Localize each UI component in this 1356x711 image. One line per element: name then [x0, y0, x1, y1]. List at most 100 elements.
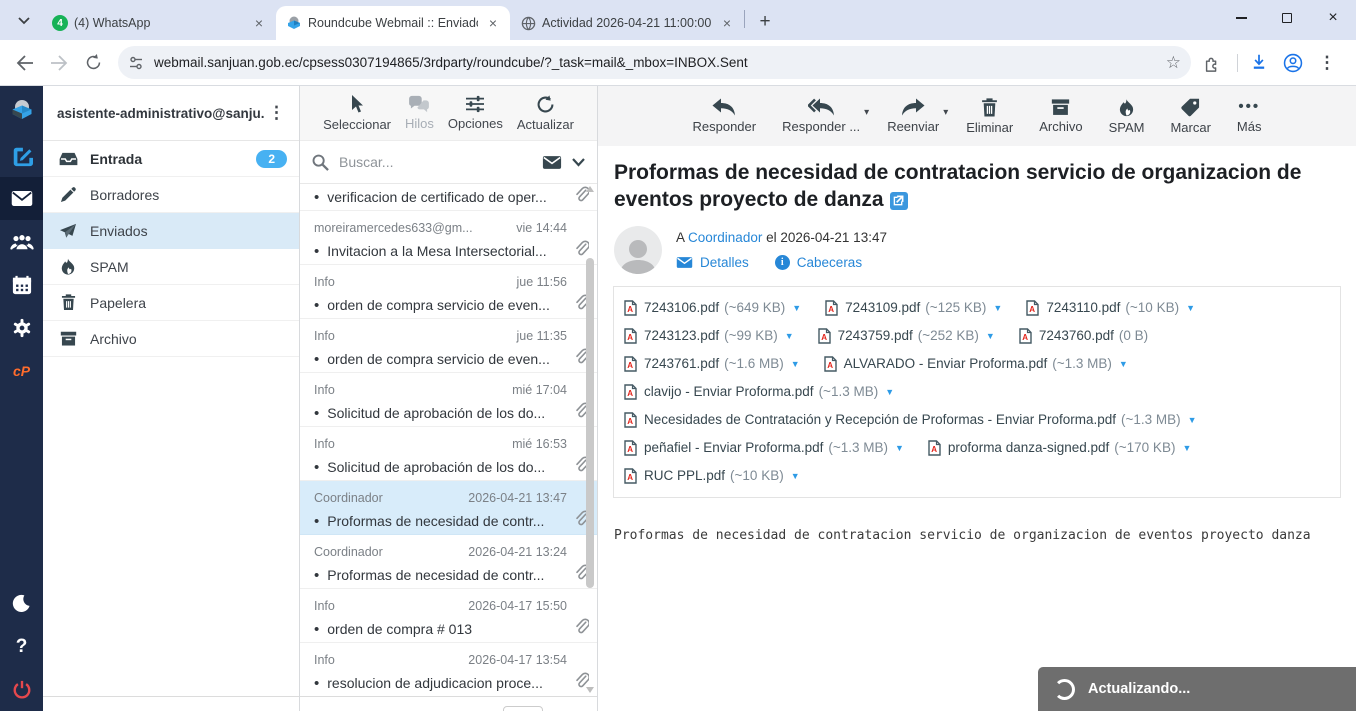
- attachment-menu-caret[interactable]: ▼: [993, 303, 1002, 313]
- message-row[interactable]: Coordinador 2026-04-21 13:24 • Proformas d…: [300, 535, 597, 589]
- message-row[interactable]: Info jue 11:56 • orden de compra servicio …: [300, 265, 597, 319]
- contacts-nav-button[interactable]: [0, 220, 43, 263]
- folder-enviados[interactable]: Enviados: [43, 213, 299, 249]
- close-window-button[interactable]: ×: [1310, 0, 1356, 36]
- threads-button[interactable]: Hilos: [405, 95, 434, 131]
- bookmark-star-icon[interactable]: ☆: [1166, 53, 1181, 73]
- cpanel-logo[interactable]: cP: [0, 349, 43, 392]
- attachment-item[interactable]: A RUC PPL.pdf (~10 KB) ▼: [624, 462, 800, 490]
- reply-all-button[interactable]: Responder ...: [772, 98, 870, 134]
- attachment-menu-caret[interactable]: ▼: [1186, 303, 1195, 313]
- attachment-menu-caret[interactable]: ▼: [885, 387, 894, 397]
- scroll-up-arrow[interactable]: [586, 186, 594, 192]
- attachment-item[interactable]: A 7243110.pdf (~10 KB) ▼: [1026, 294, 1195, 322]
- attachment-item[interactable]: A Necesidades de Contratación y Recepción…: [624, 406, 1197, 434]
- dark-mode-button[interactable]: [0, 582, 43, 625]
- reload-button[interactable]: [78, 48, 108, 78]
- tab-search-button[interactable]: [10, 7, 38, 35]
- attachment-menu-caret[interactable]: ▼: [792, 303, 801, 313]
- attachment-menu-caret[interactable]: ▼: [895, 443, 904, 453]
- profile-button[interactable]: [1278, 48, 1308, 78]
- close-icon[interactable]: ×: [718, 14, 736, 32]
- logout-button[interactable]: [0, 668, 43, 711]
- compose-button[interactable]: [0, 134, 43, 177]
- recipient-link[interactable]: Coordinador: [688, 230, 762, 245]
- attachment-item[interactable]: A 7243761.pdf (~1.6 MB) ▼: [624, 350, 800, 378]
- scrollbar-thumb[interactable]: [586, 258, 594, 588]
- attachment-item[interactable]: A 7243760.pdf (0 B): [1019, 322, 1148, 350]
- subject: Solicitud de aprobación de los do...: [327, 405, 546, 421]
- back-button[interactable]: [10, 48, 40, 78]
- message-row[interactable]: • verificacion de certificado de oper...: [300, 184, 597, 211]
- minimize-button[interactable]: [1218, 0, 1264, 36]
- account-menu-button[interactable]: ⋮: [264, 103, 289, 123]
- message-row[interactable]: Info 2026-04-17 15:50 • orden de compra # …: [300, 589, 597, 643]
- page-input[interactable]: [502, 705, 543, 711]
- mail-nav-button[interactable]: [0, 177, 43, 220]
- roundcube-logo[interactable]: [0, 86, 43, 134]
- forward-button[interactable]: [44, 48, 74, 78]
- list-scrollbar[interactable]: [584, 186, 596, 693]
- message-row[interactable]: Info mié 17:04 • Solicitud de aprobación d…: [300, 373, 597, 427]
- attachment-menu-caret[interactable]: ▼: [1119, 359, 1128, 369]
- help-button[interactable]: ?: [0, 625, 43, 668]
- refresh-button[interactable]: Actualizar: [517, 94, 574, 132]
- message-row[interactable]: moreiramercedes633@gm... vie 14:44 • Invit…: [300, 211, 597, 265]
- folder-archivo[interactable]: Archivo: [43, 321, 299, 357]
- new-tab-button[interactable]: +: [751, 8, 779, 36]
- url-input[interactable]: [154, 55, 1166, 70]
- attachment-menu-caret[interactable]: ▼: [791, 359, 800, 369]
- attachment-item[interactable]: A 7243123.pdf (~99 KB) ▼: [624, 322, 794, 350]
- folder-papelera[interactable]: Papelera: [43, 285, 299, 321]
- delete-button[interactable]: Eliminar: [956, 97, 1023, 135]
- settings-nav-button[interactable]: [0, 306, 43, 349]
- reply-all-menu-caret[interactable]: ▾: [864, 107, 869, 118]
- tab-roundcube[interactable]: Roundcube Webmail :: Enviados ×: [276, 6, 510, 40]
- downloads-button[interactable]: [1244, 48, 1274, 78]
- folder-spam[interactable]: SPAM: [43, 249, 299, 285]
- message-row[interactable]: Info mié 16:53 • Solicitud de aprobación d…: [300, 427, 597, 481]
- attachment-item[interactable]: Aclavijo - Enviar Proforma.pdf (~1.3 MB) ▼: [624, 378, 894, 406]
- archive-button[interactable]: Archivo: [1029, 98, 1092, 134]
- spam-button[interactable]: SPAM: [1099, 98, 1155, 135]
- message-row[interactable]: Info 2026-04-17 13:54 • resolucion de adju…: [300, 643, 597, 697]
- select-button[interactable]: Seleccionar: [323, 94, 391, 132]
- close-icon[interactable]: ×: [250, 14, 268, 32]
- restore-button[interactable]: [1264, 0, 1310, 36]
- more-button[interactable]: ••• Más: [1227, 98, 1272, 134]
- tab-whatsapp[interactable]: 4 (4) WhatsApp ×: [42, 6, 276, 40]
- attachment-item[interactable]: A 7243759.pdf (~252 KB) ▼: [817, 322, 995, 350]
- search-options-chevron-icon[interactable]: [572, 157, 585, 167]
- close-icon[interactable]: ×: [484, 14, 502, 32]
- forward-menu-caret[interactable]: ▾: [943, 107, 948, 118]
- forward-button[interactable]: Reenviar: [877, 98, 949, 134]
- browser-menu-button[interactable]: ⋮: [1312, 48, 1342, 78]
- folder-borradores[interactable]: Borradores: [43, 177, 299, 213]
- attachment-menu-caret[interactable]: ▼: [791, 471, 800, 481]
- options-button[interactable]: Opciones: [448, 95, 503, 131]
- attachment-item[interactable]: A 7243106.pdf (~649 KB) ▼: [624, 294, 801, 322]
- search-scope-mail-icon[interactable]: [542, 155, 562, 170]
- scroll-down-arrow[interactable]: [586, 687, 594, 693]
- message-row-selected[interactable]: Coordinador 2026-04-21 13:47 • Proformas d…: [300, 481, 597, 535]
- extensions-button[interactable]: [1197, 48, 1227, 78]
- headers-toggle[interactable]: i Cabeceras: [774, 254, 862, 270]
- reply-button[interactable]: Responder: [683, 98, 767, 134]
- attachment-menu-caret[interactable]: ▼: [986, 331, 995, 341]
- details-toggle[interactable]: Detalles: [676, 255, 749, 270]
- attachment-menu-caret[interactable]: ▼: [785, 331, 794, 341]
- calendar-nav-button[interactable]: [0, 263, 43, 306]
- omnibox[interactable]: ☆: [118, 46, 1191, 79]
- attachment-item[interactable]: Aproforma danza-signed.pdf (~170 KB) ▼: [928, 434, 1191, 462]
- message-row[interactable]: Info jue 11:35 • orden de compra servicio …: [300, 319, 597, 373]
- attachment-menu-caret[interactable]: ▼: [1188, 415, 1197, 425]
- attachment-item[interactable]: Apeñafiel - Enviar Proforma.pdf (~1.3 MB)…: [624, 434, 904, 462]
- attachment-item[interactable]: A ALVARADO - Enviar Proforma.pdf (~1.3 MB)…: [823, 350, 1128, 378]
- tab-actividad[interactable]: Actividad 2026-04-21 11:00:00 ×: [510, 6, 744, 40]
- folder-entrada[interactable]: Entrada 2: [43, 141, 299, 177]
- search-input[interactable]: [339, 154, 542, 170]
- attachment-item[interactable]: A 7243109.pdf (~125 KB) ▼: [825, 294, 1002, 322]
- mark-button[interactable]: Marcar: [1160, 98, 1220, 135]
- open-in-new-window-icon[interactable]: [889, 191, 908, 210]
- attachment-menu-caret[interactable]: ▼: [1182, 443, 1191, 453]
